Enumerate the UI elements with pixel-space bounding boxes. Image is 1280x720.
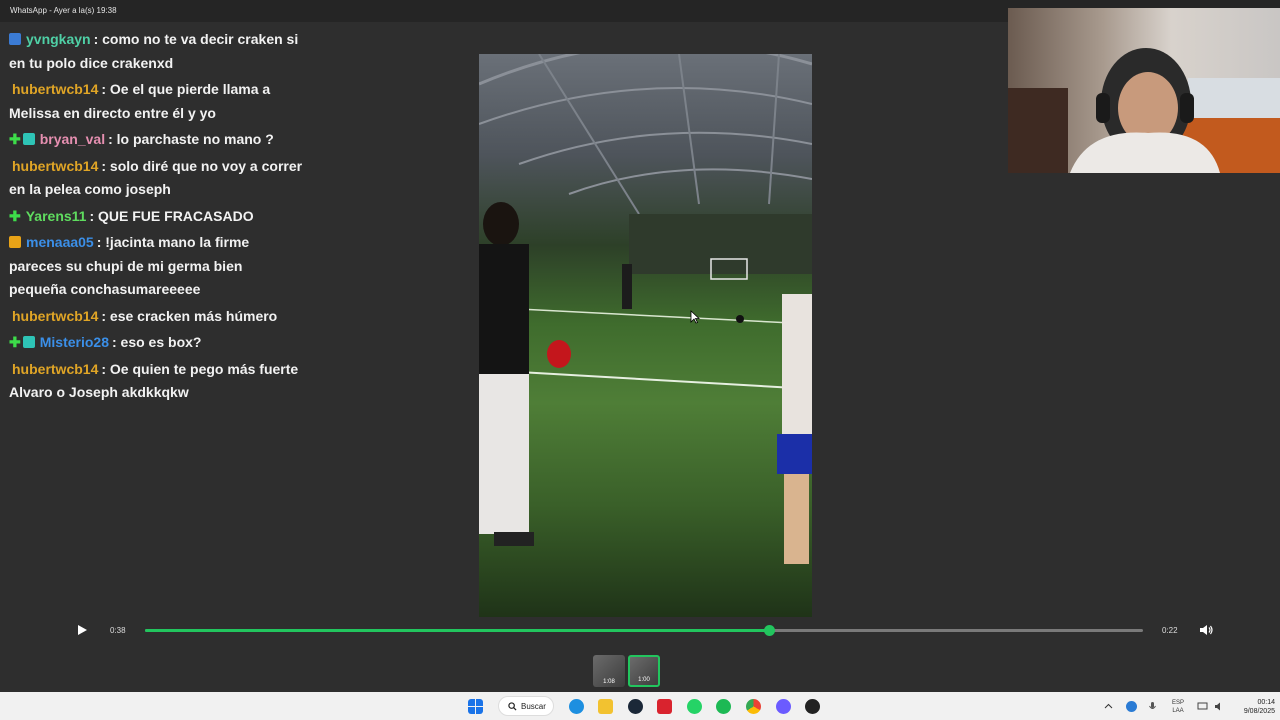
chat-username: hubertwcb14 bbox=[12, 307, 99, 324]
chat-username: hubertwcb14 bbox=[12, 157, 99, 174]
gold-badge-icon bbox=[9, 236, 21, 248]
chrome-icon[interactable] bbox=[746, 699, 761, 714]
current-time: 0:38 bbox=[110, 626, 126, 635]
spotify-icon[interactable] bbox=[716, 699, 731, 714]
play-icon[interactable] bbox=[76, 624, 88, 636]
chat-text: en la pelea como joseph bbox=[9, 181, 171, 197]
media-thumbnail[interactable]: 1:00 bbox=[628, 655, 660, 687]
steam-icon[interactable] bbox=[628, 699, 643, 714]
chat-username: bryan_val bbox=[39, 131, 106, 147]
plus-badge-icon: ✚ bbox=[9, 207, 21, 224]
seek-handle[interactable] bbox=[763, 625, 775, 636]
gift-badge-icon bbox=[22, 133, 35, 145]
chat-message: hubertwcb14: ese cracken más húmero bbox=[0, 305, 330, 329]
chat-message: hubertwcb14: solo diré que no voy a corr… bbox=[0, 155, 330, 202]
chat-overlay: yvngkayn: como no te va decir craken si e… bbox=[0, 28, 330, 408]
chat-message: hubertwcb14: Oe el que pierde llama a Mel… bbox=[0, 78, 330, 125]
window-title: WhatsApp - Ayer a la(s) 19:38 bbox=[10, 6, 117, 15]
windows-start-icon[interactable] bbox=[468, 699, 483, 714]
seek-progress bbox=[145, 629, 769, 632]
chevron-up-icon[interactable] bbox=[1104, 702, 1113, 711]
chat-text: pareces su chupi de mi germa bien bbox=[9, 257, 243, 274]
chat-text: : QUE FUE FRACASADO bbox=[89, 207, 254, 224]
chat-username: hubertwcb14 bbox=[12, 360, 99, 377]
chat-text: en tu polo dice crakenxd bbox=[9, 54, 174, 71]
chat-message: yvngkayn: como no te va decir craken si e… bbox=[0, 28, 330, 75]
chat-text: : eso es box? bbox=[111, 334, 202, 350]
display-icon[interactable] bbox=[1197, 701, 1208, 712]
chat-message: ✚ bryan_val: lo parchaste no mano ? bbox=[0, 128, 330, 152]
chat-text: : Oe el que pierde llama a bbox=[101, 81, 271, 97]
chat-message: ✚ Misterio28: eso es box? bbox=[0, 331, 330, 355]
chat-text: Melissa en directo entre él y yo bbox=[9, 104, 216, 121]
chat-text: : como no te va decir craken si bbox=[93, 31, 299, 47]
clock-date: 9/08/2025 bbox=[1243, 708, 1275, 715]
chat-username: hubertwcb14 bbox=[12, 81, 99, 97]
chat-message: hubertwcb14: Oe quien te pego más fuerte… bbox=[0, 358, 330, 405]
media-thumbnail[interactable]: 1:08 bbox=[593, 655, 625, 687]
sub-badge-icon bbox=[9, 33, 21, 45]
chat-username: yvngkayn bbox=[26, 31, 91, 47]
thumbnail-duration: 1:00 bbox=[638, 677, 650, 683]
system-clock[interactable]: 00:14 9/08/2025 bbox=[1233, 698, 1275, 716]
chat-text: : solo diré que no voy a correr bbox=[101, 157, 303, 174]
search-icon bbox=[508, 702, 517, 711]
language-top: ESP bbox=[1171, 700, 1184, 706]
search-label: Buscar bbox=[521, 702, 546, 711]
wps-icon[interactable] bbox=[657, 699, 672, 714]
windows-taskbar: Buscar ESP LAA 00:14 9/08/2025 bbox=[0, 692, 1280, 720]
video-frame[interactable] bbox=[479, 54, 812, 617]
webcam-scene bbox=[1008, 48, 1280, 173]
plus-badge-icon: ✚ bbox=[9, 131, 21, 147]
webcam-overlay bbox=[1008, 8, 1280, 173]
edge-icon[interactable] bbox=[569, 699, 584, 714]
language-bottom: LAA bbox=[1172, 708, 1184, 714]
taskbar-search[interactable]: Buscar bbox=[498, 696, 554, 716]
whatsapp-icon[interactable] bbox=[687, 699, 702, 714]
messenger-icon[interactable] bbox=[776, 699, 791, 714]
chat-username: Misterio28 bbox=[39, 334, 109, 350]
thumbnail-duration: 1:08 bbox=[603, 679, 615, 685]
language-indicator[interactable]: ESP LAA bbox=[1168, 699, 1188, 715]
seek-bar[interactable] bbox=[145, 625, 1143, 636]
file-explorer-icon[interactable] bbox=[598, 699, 613, 714]
network-app-icon[interactable] bbox=[1126, 701, 1137, 712]
gift-badge-icon bbox=[22, 336, 35, 348]
microphone-icon[interactable] bbox=[1147, 701, 1158, 712]
total-time: 0:22 bbox=[1162, 626, 1178, 635]
chat-text: : ese cracken más húmero bbox=[101, 307, 278, 324]
volume-icon[interactable] bbox=[1199, 623, 1213, 637]
chat-text: pequeña conchasumareeeee bbox=[9, 281, 201, 297]
plus-badge-icon: ✚ bbox=[9, 334, 21, 350]
video-scene bbox=[479, 54, 812, 564]
chat-username: Yarens11 bbox=[25, 207, 87, 224]
chat-text: : lo parchaste no mano ? bbox=[108, 131, 274, 147]
mouse-cursor-icon bbox=[690, 310, 700, 324]
chat-text: Alvaro o Joseph akdkkqkw bbox=[9, 384, 189, 400]
clock-time: 00:14 bbox=[1257, 699, 1275, 706]
speaker-icon[interactable] bbox=[1214, 701, 1225, 712]
player-controls: 0:38 0:22 bbox=[66, 618, 1222, 642]
chat-message: menaaa05: !jacinta mano la firme pareces … bbox=[0, 231, 330, 302]
app-icon[interactable] bbox=[805, 699, 820, 714]
chat-text: : !jacinta mano la firme bbox=[96, 234, 250, 250]
chat-text: : Oe quien te pego más fuerte bbox=[101, 360, 299, 377]
chat-username: menaaa05 bbox=[26, 234, 94, 250]
chat-message: ✚ Yarens11: QUE FUE FRACASADO bbox=[0, 205, 330, 229]
